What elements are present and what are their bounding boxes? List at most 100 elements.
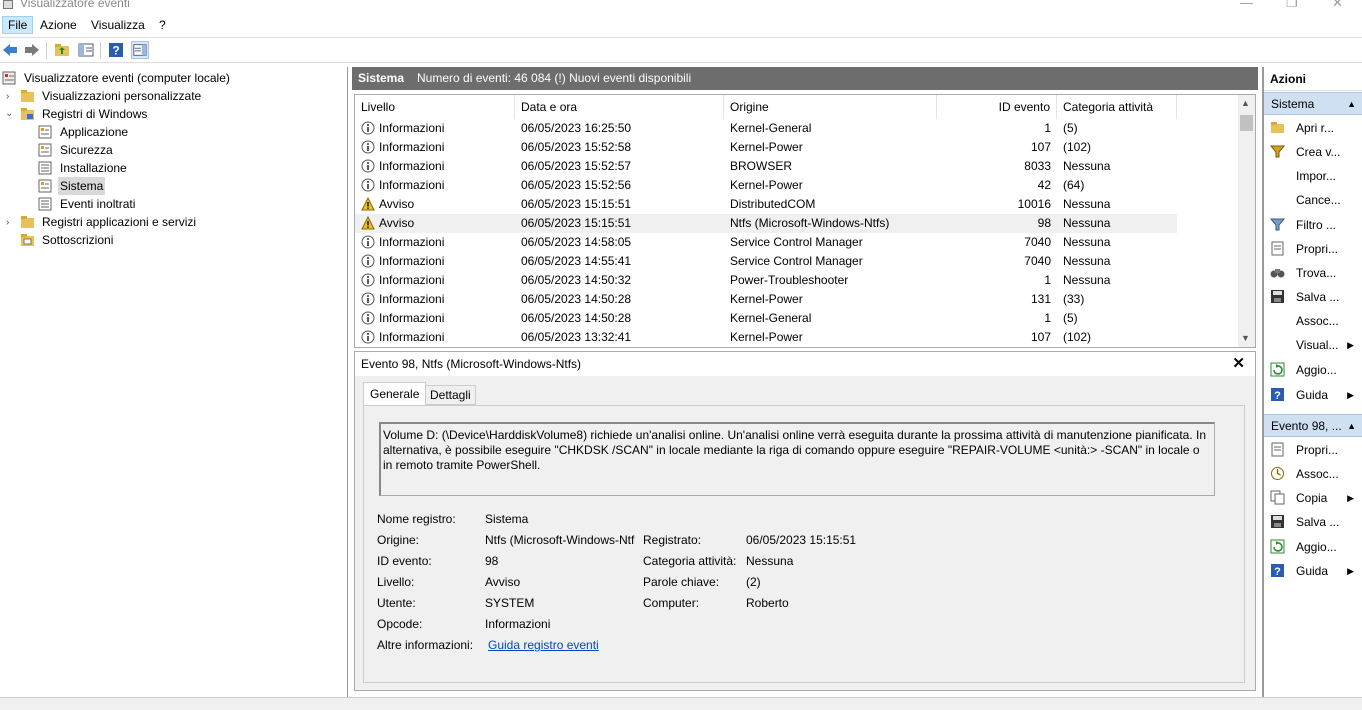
column-header-origine[interactable]: Origine [724,95,937,119]
event-row[interactable]: Informazioni 06/05/2023 15:52:58 Kernel-Po… [355,138,1177,157]
expand-chevron-icon[interactable]: › [6,217,9,228]
action-filtro[interactable]: Filtro ... [1264,214,1362,236]
action-label: Propri... [1296,242,1339,256]
information-icon [361,159,375,173]
cell-category: Nessuna [1063,235,1111,249]
action-apri-r[interactable]: Apri r... [1264,117,1362,139]
action-guida[interactable]: ? Guida ▶ [1264,384,1362,406]
action-label: Trova... [1296,266,1337,280]
submenu-arrow-icon: ▶ [1347,566,1354,576]
label-log-name: Nome registro: [377,512,456,526]
event-row[interactable]: Informazioni 06/05/2023 14:50:28 Kernel-Ge… [355,309,1177,328]
section-header-sistema[interactable]: Sistema ▲ [1264,92,1362,115]
event-row[interactable]: Avviso 06/05/2023 15:15:51 Ntfs (Microsoft… [355,214,1177,233]
event-row[interactable]: Informazioni 06/05/2023 14:58:05 Service C… [355,233,1177,252]
information-icon [361,235,375,249]
event-row[interactable]: Avviso 06/05/2023 15:15:51 DistributedCOM 1… [355,195,1177,214]
event-description[interactable]: Volume D: (\Device\HarddiskVolume8) rich… [379,422,1215,496]
menu-azione[interactable]: Azione [35,17,82,33]
column-header-data[interactable]: Data e ora [515,95,724,119]
action-copia[interactable]: Copia ▶ [1264,487,1362,509]
cell-event-id: 131 [1030,292,1051,306]
scroll-down-arrow-icon[interactable]: ▼ [1241,333,1250,343]
attach-task-icon [1271,467,1284,480]
tree-label-root: Visualizzatore eventi (computer locale) [24,71,230,85]
tab-dettagli[interactable]: Dettagli [425,385,476,405]
back-arrow-icon[interactable] [2,42,18,58]
toolbar-separator [100,42,101,59]
cell-level: Informazioni [379,311,445,325]
action-cance[interactable]: Cance... [1264,189,1362,211]
action-crea-v[interactable]: Crea v... [1264,141,1362,163]
menu-visualizza[interactable]: Visualizza [86,17,150,33]
help-icon[interactable]: ? [108,42,124,58]
menu-help[interactable]: ? [154,17,171,33]
show-hide-tree-icon[interactable] [78,42,94,58]
copy-icon [1270,490,1285,505]
information-icon [361,330,375,344]
more-info-link[interactable]: Guida registro eventi [488,636,638,654]
log-header: Sistema Numero di eventi: 46 084 (!) Nuo… [352,67,1258,90]
action-assoc[interactable]: Assoc... [1264,463,1362,485]
collapse-up-icon[interactable]: ▲ [1347,93,1356,116]
action-trova[interactable]: Trova... [1264,262,1362,284]
action-visual[interactable]: Visual... ▶ [1264,334,1362,356]
action-salva[interactable]: Salva ... [1264,286,1362,308]
actions-pane: Azioni Sistema ▲ Apri r... Crea v... Impor… [1262,67,1362,697]
scroll-thumb[interactable] [1240,115,1253,131]
tree-label-sistema: Sistema [58,177,106,195]
scroll-up-arrow-icon[interactable]: ▲ [1241,98,1250,108]
action-salva[interactable]: Salva ... [1264,511,1362,533]
information-icon [361,292,375,306]
save-disk-icon [1271,290,1284,303]
information-icon [361,178,375,192]
event-row[interactable]: Informazioni 06/05/2023 16:25:50 Kernel-Ge… [355,119,1177,138]
event-row[interactable]: Informazioni 06/05/2023 14:55:41 Service C… [355,252,1177,271]
grid-vertical-scrollbar[interactable]: ▲ ▼ [1238,95,1255,347]
subscriptions-icon [21,234,34,246]
action-assoc[interactable]: Assoc... [1264,310,1362,332]
cell-event-id: 98 [1037,216,1051,230]
minimize-button[interactable]: — [1240,0,1253,10]
properties-icon [1271,241,1284,256]
binoculars-icon [1270,269,1285,278]
action-label: Assoc... [1296,467,1339,481]
action-impor[interactable]: Impor... [1264,165,1362,187]
close-window-button[interactable]: ✕ [1332,0,1343,11]
menu-file[interactable]: File [2,16,34,34]
event-row[interactable]: Informazioni 06/05/2023 13:32:41 Kernel-Po… [355,328,1177,347]
expand-chevron-icon[interactable]: › [6,91,9,102]
event-row[interactable]: Informazioni 06/05/2023 15:52:57 BROWSER 80… [355,157,1177,176]
action-label: Propri... [1296,443,1339,457]
action-aggio[interactable]: Aggio... [1264,359,1362,381]
section-header-evento[interactable]: Evento 98, ... ▲ [1264,414,1362,437]
cell-event-id: 7040 [1024,254,1051,268]
cell-source: Service Control Manager [730,235,863,249]
value-event-id: 98 [485,554,499,568]
column-header-categoria[interactable]: Categoria attività [1057,95,1177,119]
event-row[interactable]: Informazioni 06/05/2023 14:50:28 Kernel-Po… [355,290,1177,309]
action-label: Filtro ... [1296,218,1337,232]
cell-category: Nessuna [1063,216,1111,230]
cell-event-id: 107 [1030,330,1051,344]
cell-level: Informazioni [379,159,445,173]
show-action-pane-icon[interactable] [131,41,149,59]
collapse-chevron-icon[interactable]: ⌄ [5,108,13,119]
maximize-button[interactable]: ❐ [1286,0,1298,11]
event-row[interactable]: Informazioni 06/05/2023 14:50:32 Power-Tro… [355,271,1177,290]
tab-generale[interactable]: Generale [363,382,427,406]
forward-arrow-icon[interactable] [24,42,40,58]
action-propri[interactable]: Propri... [1264,439,1362,461]
collapse-up-icon[interactable]: ▲ [1347,415,1356,438]
event-row[interactable]: Informazioni 06/05/2023 15:52:56 Kernel-Po… [355,176,1177,195]
cell-source: Kernel-Power [730,140,803,154]
action-propri[interactable]: Propri... [1264,238,1362,260]
action-guida[interactable]: ? Guida ▶ [1264,560,1362,582]
folder-up-icon[interactable] [54,42,70,58]
column-header-id[interactable]: ID evento [937,95,1057,119]
cell-event-id: 1 [1044,273,1051,287]
close-details-icon[interactable]: ✕ [1232,354,1245,372]
column-header-livello[interactable]: Livello [355,95,515,119]
action-aggio[interactable]: Aggio... [1264,536,1362,558]
cell-date: 06/05/2023 13:32:41 [521,330,632,344]
